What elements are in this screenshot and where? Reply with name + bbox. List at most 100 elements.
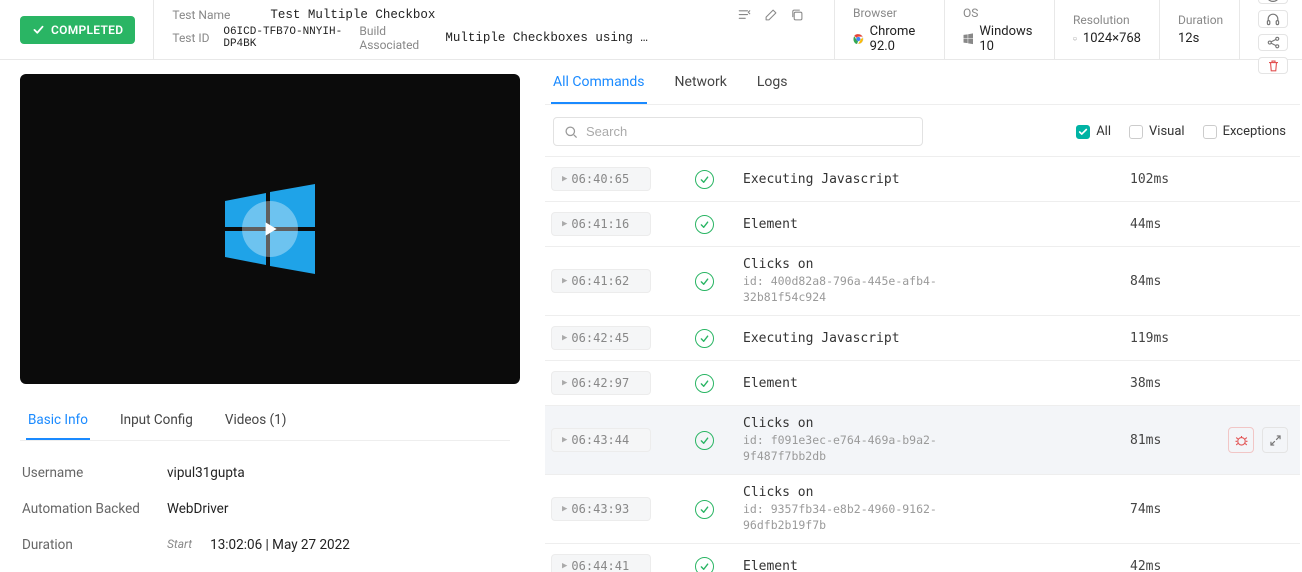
row-duration: Duration Start 13:02:06 | May 27 2022 (20, 527, 510, 563)
resolution-label: Resolution (1073, 13, 1141, 27)
test-id: O6ICD-TFB7O-NNYIH-DP4BK (223, 26, 353, 50)
timestamp-pill[interactable]: ▶ 06:40:65 (551, 167, 651, 191)
check-exceptions[interactable]: Exceptions (1203, 124, 1286, 139)
command-row[interactable]: ▶ 06:44:41 Element 42ms (545, 543, 1300, 572)
search-icon (564, 125, 578, 139)
command-text: Element (737, 217, 1122, 232)
check-visual[interactable]: Visual (1129, 124, 1185, 139)
expand-button[interactable] (1262, 427, 1288, 453)
filter-row: All Visual Exceptions (545, 105, 1300, 156)
check-all[interactable]: All (1076, 124, 1111, 139)
top-bar: COMPLETED Test Name Test Multiple Checkb… (0, 0, 1302, 60)
build-value[interactable]: Multiple Checkboxes using Se… (445, 31, 655, 45)
command-title: Clicks on (743, 257, 1116, 272)
timestamp-pill[interactable]: ▶ 06:41:62 (551, 269, 651, 293)
test-name-label: Test Name (172, 8, 262, 22)
content: Basic Info Input Config Videos (1) Usern… (0, 60, 1302, 572)
command-title: Executing Javascript (743, 172, 1116, 187)
queue-icon[interactable] (737, 7, 752, 22)
command-tabs: All Commands Network Logs (545, 60, 1300, 105)
os-label: OS (963, 6, 1036, 20)
timestamp-pill[interactable]: ▶ 06:44:41 (551, 554, 651, 572)
success-icon (679, 374, 729, 393)
check-icon (32, 23, 45, 36)
command-row[interactable]: ▶ 06:43:44 Clicks on id: f091e3ec-e764-469… (545, 405, 1300, 474)
row-automation: Automation Backed WebDriver (20, 491, 510, 527)
command-text: Clicks on id: 9357fb34-e8b2-4960-9162-96d… (737, 485, 1122, 533)
headset-button[interactable] (1258, 10, 1288, 28)
browser-value: Chrome 92.0 (870, 24, 926, 54)
command-text: Executing Javascript (737, 172, 1122, 187)
left-pane: Basic Info Input Config Videos (1) Usern… (0, 60, 535, 572)
play-icon (259, 218, 281, 240)
command-row[interactable]: ▶ 06:41:62 Clicks on id: 400d82a8-796a-445… (545, 246, 1300, 315)
command-title: Executing Javascript (743, 331, 1116, 346)
timestamp-pill[interactable]: ▶ 06:42:45 (551, 326, 651, 350)
command-text: Clicks on id: f091e3ec-e764-469a-b9a2-9f4… (737, 416, 1122, 464)
command-title: Element (743, 559, 1116, 572)
status-label: COMPLETED (51, 23, 123, 37)
windows-icon (963, 32, 973, 45)
tab-logs[interactable]: Logs (755, 60, 790, 104)
filter-checks: All Visual Exceptions (1076, 124, 1286, 139)
duration-label: Duration (1178, 13, 1221, 27)
status-badge: COMPLETED (20, 16, 135, 44)
command-row[interactable]: ▶ 06:41:16 Element 44ms (545, 201, 1300, 246)
command-subtitle: id: f091e3ec-e764-469a-b9a2-9f487f7bb2db (743, 433, 943, 464)
bug-button[interactable] (1228, 427, 1254, 453)
command-subtitle: id: 9357fb34-e8b2-4960-9162-96dfb2b19f7b (743, 502, 943, 533)
command-duration: 74ms (1130, 502, 1210, 517)
command-duration: 119ms (1130, 331, 1210, 346)
command-title: Clicks on (743, 416, 1116, 431)
timestamp-pill[interactable]: ▶ 06:43:44 (551, 428, 651, 452)
play-overlay[interactable] (20, 74, 520, 384)
search-box[interactable] (553, 117, 923, 146)
command-row[interactable]: ▶ 06:43:93 Clicks on id: 9357fb34-e8b2-496… (545, 474, 1300, 543)
success-icon (679, 170, 729, 189)
monitor-icon (1073, 32, 1077, 46)
video-player[interactable] (20, 74, 520, 384)
command-row[interactable]: ▶ 06:42:97 Element 38ms (545, 360, 1300, 405)
timestamp-pill[interactable]: ▶ 06:42:97 (551, 371, 651, 395)
timestamp-pill[interactable]: ▶ 06:43:93 (551, 497, 651, 521)
basic-info-list: Username vipul31gupta Automation Backed … (20, 455, 510, 563)
os-value: Windows 10 (979, 24, 1036, 54)
copy-icon[interactable] (790, 8, 804, 22)
tab-videos[interactable]: Videos (1) (223, 402, 289, 440)
command-text: Executing Javascript (737, 331, 1122, 346)
right-pane: All Commands Network Logs All Visual Exc… (535, 60, 1302, 572)
chrome-icon (853, 32, 864, 46)
row-username: Username vipul31gupta (20, 455, 510, 491)
command-duration: 44ms (1130, 217, 1210, 232)
command-list[interactable]: ▶ 06:40:65Executing Javascript102ms▶ 06:… (545, 156, 1300, 572)
play-button[interactable] (242, 201, 298, 257)
success-icon (679, 431, 729, 450)
duration-value: 12s (1178, 31, 1199, 46)
info-button[interactable] (1258, 0, 1288, 4)
tab-network[interactable]: Network (673, 60, 729, 104)
share-button[interactable] (1258, 34, 1288, 51)
success-icon (679, 329, 729, 348)
tab-all-commands[interactable]: All Commands (551, 60, 647, 104)
command-row[interactable]: ▶ 06:40:65 Executing Javascript 102ms (545, 156, 1300, 201)
command-duration: 81ms (1130, 433, 1210, 448)
edit-icon[interactable] (764, 8, 778, 22)
build-label: Build Associated (359, 24, 439, 52)
command-title: Clicks on (743, 485, 1116, 500)
command-duration: 38ms (1130, 376, 1210, 391)
command-text: Clicks on id: 400d82a8-796a-445e-afb4-32b… (737, 257, 1122, 305)
success-icon (679, 215, 729, 234)
tab-basic-info[interactable]: Basic Info (26, 402, 90, 440)
command-row[interactable]: ▶ 06:42:45 Executing Javascript 119ms (545, 315, 1300, 360)
timestamp-pill[interactable]: ▶ 06:41:16 (551, 212, 651, 236)
test-name: Test Multiple Checkbox (270, 8, 435, 22)
command-subtitle: id: 400d82a8-796a-445e-afb4-32b81f54c924 (743, 274, 943, 305)
resolution-value: 1024×768 (1083, 31, 1141, 46)
test-id-label: Test ID (172, 31, 217, 45)
command-text: Element (737, 376, 1122, 391)
tab-input-config[interactable]: Input Config (118, 402, 195, 440)
search-input[interactable] (586, 124, 912, 139)
command-duration: 42ms (1130, 559, 1210, 572)
info-tabs: Basic Info Input Config Videos (1) (20, 402, 510, 441)
command-duration: 102ms (1130, 172, 1210, 187)
